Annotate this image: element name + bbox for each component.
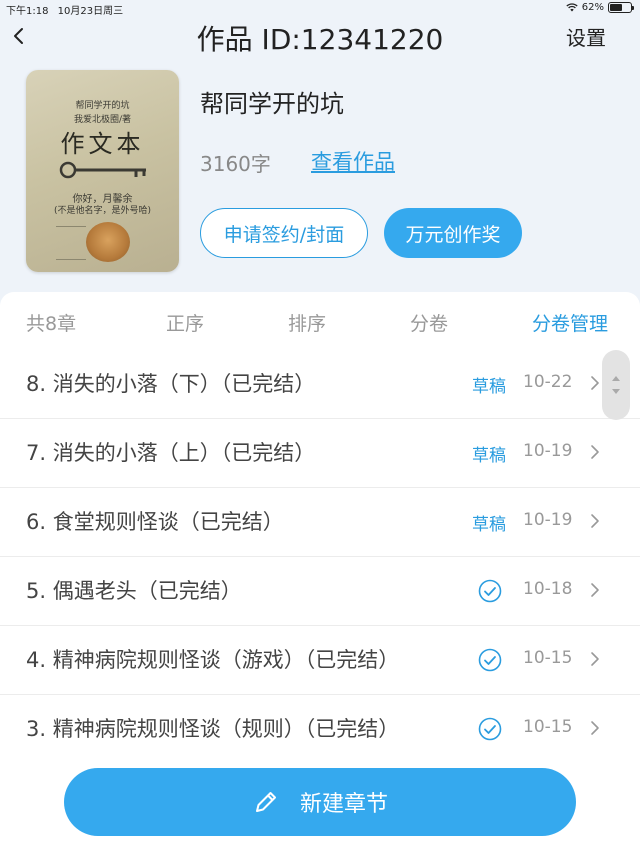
chapter-title: 5. 偶遇老头（已完结） [26,579,242,603]
draft-badge: 草稿 [472,377,506,397]
chapter-row[interactable]: 4. 精神病院规则怪谈（游戏）（已完结） 10-15 [0,626,640,695]
tab-volume[interactable]: 分卷 [410,309,448,336]
chapter-title: 6. 食堂规则怪谈（已完结） [26,510,284,534]
status-indicators: 62% [566,2,634,13]
chevron-right-icon [591,652,599,666]
chapter-date: 10-22 [523,372,573,392]
published-check-icon [478,648,502,672]
cover-form-lines [56,226,86,260]
status-bar: 下午1:18 10月23日周三 62% [0,0,640,17]
status-time-date: 下午1:18 10月23日周三 [6,2,123,17]
chevron-right-icon [591,583,599,597]
creation-award-button[interactable]: 万元创作奖 [384,208,522,258]
chapter-date: 10-18 [523,579,573,599]
tab-sort[interactable]: 排序 [288,309,326,336]
chapter-row[interactable]: 8. 消失的小落（下）（已完结） 草稿 10-22 [0,350,640,419]
cover-heading-text: 作文本 [60,130,145,158]
tab-order[interactable]: 正序 [166,309,204,336]
cover-title-text: 帮同学开的坑 [75,101,130,111]
chevron-right-icon [591,721,599,735]
new-chapter-label: 新建章节 [299,792,388,817]
chevron-right-icon [591,514,599,528]
key-illustration-icon [59,161,146,179]
pencil-icon [255,792,276,812]
chapter-title: 3. 精神病院规则怪谈（规则）（已完结） [26,717,400,741]
chevron-right-icon [591,376,599,390]
settings-button[interactable]: 设置 [566,22,606,51]
tab-volume-manage[interactable]: 分卷管理 [532,309,608,336]
chapter-row[interactable]: 5. 偶遇老头（已完结） 10-18 [0,557,640,626]
chapter-date: 10-15 [523,648,573,668]
chapter-tabs: 共8章 正序 排序 分卷 分卷管理 [0,292,640,350]
word-count: 3160字 [200,152,271,176]
chapter-row[interactable]: 7. 消失的小落（上）（已完结） 草稿 10-19 [0,419,640,488]
chapter-date: 10-15 [523,717,573,737]
chapter-title: 7. 消失的小落（上）（已完结） [26,441,316,465]
chapter-date: 10-19 [523,510,573,530]
work-cover-image[interactable]: 帮同学开的坑 我爱北极圈/著 作文本 你好，月馨余 (不是他名字，是外号哈) [26,70,179,272]
nav-bar: 作品 ID:12341220 设置 [0,16,640,56]
chapter-date: 10-19 [523,441,573,461]
battery-percent: 62% [581,2,604,13]
published-check-icon [478,717,502,741]
wifi-icon [566,3,578,12]
apply-sign-cover-button[interactable]: 申请签约/封面 [200,208,368,258]
draft-badge: 草稿 [472,515,506,535]
draft-badge: 草稿 [472,446,506,466]
chapter-row[interactable]: 6. 食堂规则怪谈（已完结） 草稿 10-19 [0,488,640,557]
chapter-row[interactable]: 3. 精神病院规则怪谈（规则）（已完结） 10-15 [0,695,640,764]
published-check-icon [478,579,502,603]
chevron-right-icon [591,445,599,459]
tab-chapter-count[interactable]: 共8章 [26,309,76,336]
new-chapter-button[interactable]: 新建章节 [64,768,576,836]
work-title: 帮同学开的坑 [200,90,344,118]
scroll-handle[interactable] [602,350,630,420]
view-work-link[interactable]: 查看作品 [311,146,395,176]
bear-sticker-image [86,222,130,262]
battery-icon [608,2,634,13]
cover-note-text: (不是他名字，是外号哈) [53,206,152,216]
scroll-arrows-icon [612,376,620,394]
chapter-title: 8. 消失的小落（下）（已完结） [26,372,316,396]
page-title: 作品 ID:12341220 [196,23,444,56]
chapter-title: 4. 精神病院规则怪谈（游戏）（已完结） [26,648,400,672]
